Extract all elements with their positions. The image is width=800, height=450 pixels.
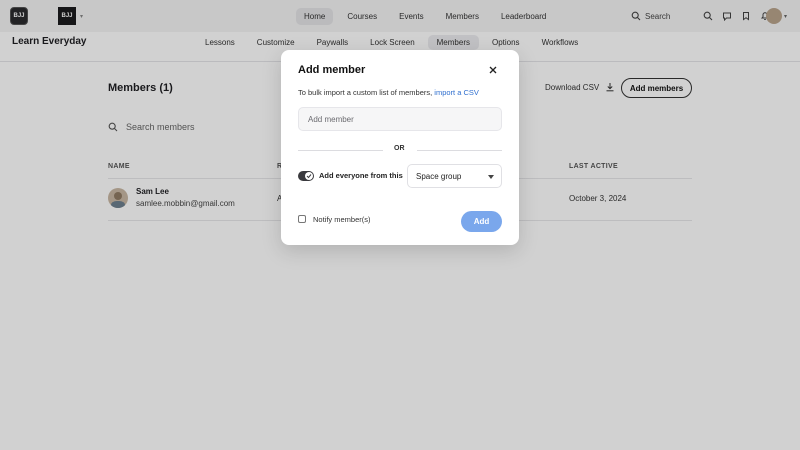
modal-description: To bulk import a custom list of members,… bbox=[298, 88, 479, 97]
or-label: OR bbox=[394, 145, 405, 152]
close-icon[interactable] bbox=[486, 63, 500, 77]
divider bbox=[417, 150, 502, 151]
check-icon bbox=[306, 174, 312, 179]
add-everyone-label: Add everyone from this bbox=[319, 171, 403, 180]
space-group-select[interactable]: Space group bbox=[407, 164, 502, 188]
toggle-knob bbox=[305, 172, 313, 180]
import-csv-link[interactable]: import a CSV bbox=[434, 88, 479, 97]
or-divider: OR bbox=[298, 145, 502, 155]
add-member-input[interactable] bbox=[298, 107, 502, 131]
add-member-modal: Add member To bulk import a custom list … bbox=[281, 50, 519, 245]
add-everyone-toggle[interactable] bbox=[298, 171, 314, 181]
add-button[interactable]: Add bbox=[461, 211, 502, 232]
notify-members-checkbox[interactable] bbox=[298, 215, 306, 223]
description-text: To bulk import a custom list of members, bbox=[298, 88, 435, 97]
select-value: Space group bbox=[416, 172, 462, 181]
modal-title: Add member bbox=[298, 64, 366, 76]
divider bbox=[298, 150, 383, 151]
chevron-down-icon bbox=[488, 175, 494, 179]
notify-members-label[interactable]: Notify member(s) bbox=[313, 215, 371, 224]
